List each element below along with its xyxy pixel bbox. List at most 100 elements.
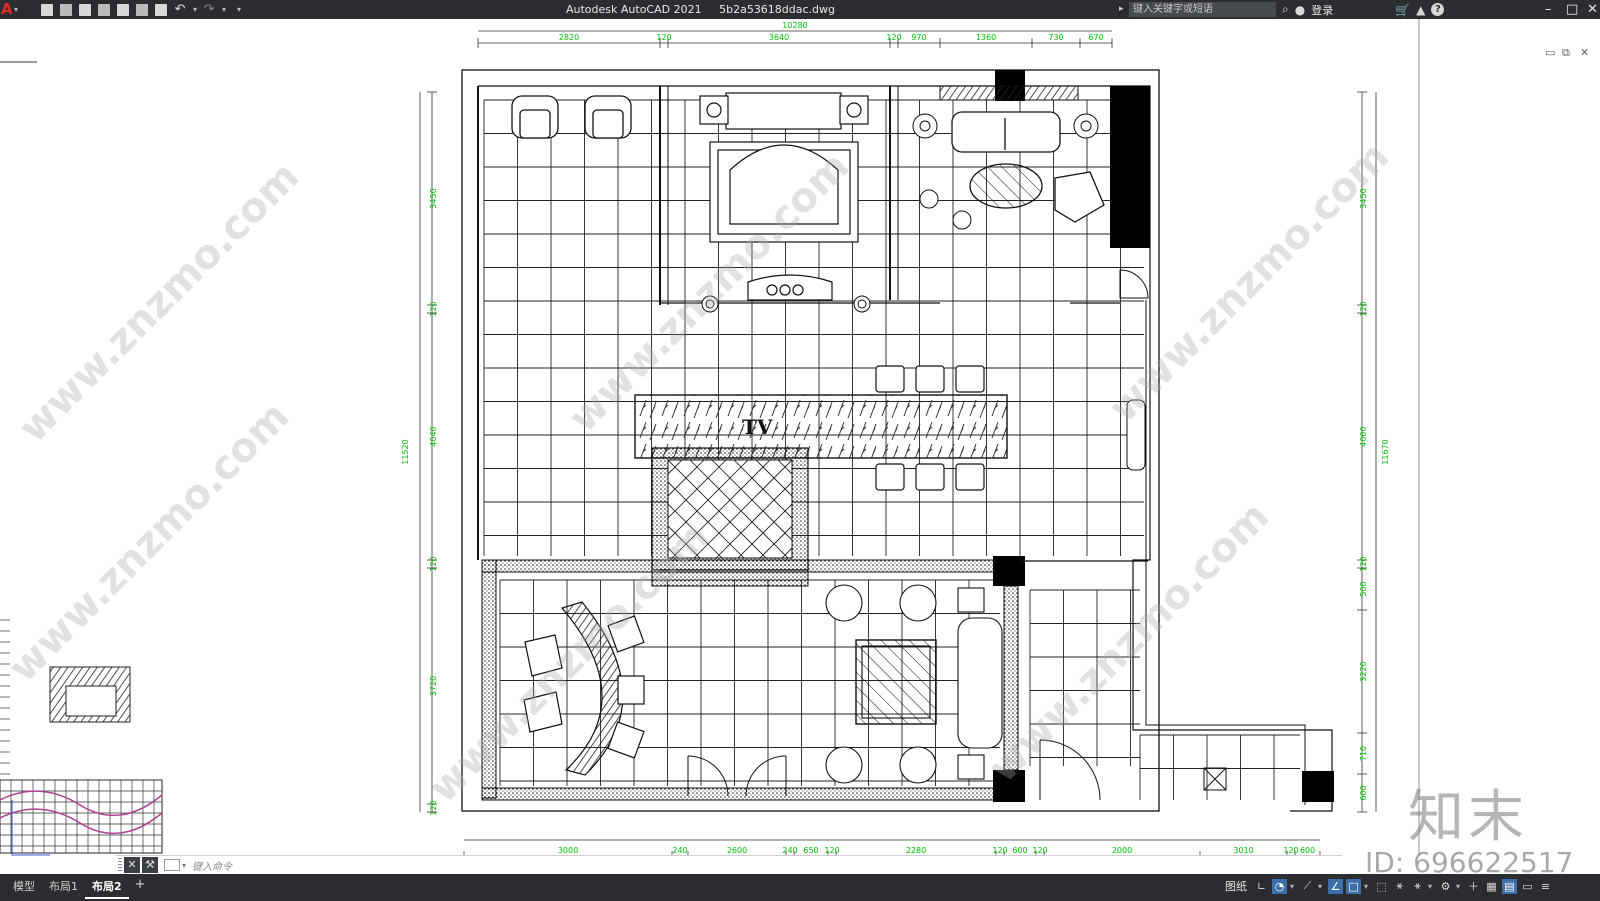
annotation-visibility-icon[interactable]: ⚹ [1392,879,1407,894]
annotation-monitor-icon[interactable]: ＋ [1466,879,1481,894]
command-input[interactable]: 键入命令 [192,858,232,873]
dim-label: 120 [656,33,671,42]
viewport-minimize-button[interactable]: ▭ [1545,46,1555,59]
dim-label: 240 [672,846,687,855]
drawing-canvas[interactable]: TV 2820 120 3640 120 970 1360 730 670 10… [0,19,1600,874]
redo-icon[interactable]: ↷ [202,2,216,17]
dim-label: 2280 [906,846,926,855]
door-swing [1119,269,1149,299]
dim-label: 240 [782,846,797,855]
quick-properties-icon[interactable]: ▤ [1502,878,1517,894]
dim-label: 970 [911,33,926,42]
login-link[interactable]: 登录 [1311,2,1333,18]
dim-label: 120 [1283,846,1298,855]
dim-label: 120 [1359,301,1368,316]
isometric-caret[interactable]: ▾ [1318,882,1325,891]
maximize-button[interactable]: □ [1566,0,1578,19]
decorative-carpet [651,447,809,571]
viewport-close-button[interactable]: ✕ [1580,46,1589,59]
open-file-icon[interactable] [59,3,73,17]
recent-commands-icon[interactable] [164,859,180,871]
annotation-scale-icon[interactable]: ⚹ [1410,879,1425,894]
dim-label: 120 [992,846,1007,855]
workspace-gear-icon[interactable]: ⚙ [1438,879,1453,894]
user-icon[interactable]: ● [1295,3,1305,17]
dim-label: 1360 [976,33,996,42]
clean-screen-icon[interactable]: ▭ [1520,879,1535,894]
close-command-line-button[interactable]: ✕ [124,857,140,873]
watermark-logo: 知末 [1408,785,1528,850]
search-icon[interactable]: ⌕ [1282,2,1289,17]
dim-label: 120 [429,556,438,571]
undo-caret[interactable]: ▾ [193,5,197,14]
selection-cycling-icon[interactable]: ⬚ [1374,879,1389,894]
search-expand-icon[interactable]: ▸ [1119,4,1124,14]
viewport-restore-button[interactable]: ⧉ [1562,46,1570,60]
customization-menu-icon[interactable]: ≡ [1538,879,1553,894]
dim-label: 600 [1359,785,1368,800]
dim-label: 4000 [1359,426,1368,446]
customize-command-line-button[interactable]: ⚒ [142,857,158,873]
dim-label: 120 [429,301,438,316]
add-layout-button[interactable]: + [129,877,152,899]
dim-label: 500 [1359,581,1368,596]
command-line-grip[interactable] [118,858,122,872]
save-as-icon[interactable] [97,3,111,17]
new-file-icon[interactable] [40,3,54,17]
lounge-furniture [825,584,1003,784]
dim-label: 120 [1359,556,1368,571]
save-icon[interactable] [78,3,92,17]
dim-label: 2820 [559,33,579,42]
app-name: Autodesk AutoCAD 2021 [566,3,702,16]
object-snap-tracking-icon[interactable]: ∠ [1328,878,1343,894]
detail-curve [0,790,163,817]
minimize-button[interactable]: – [1545,0,1552,19]
snap-caret[interactable]: ▾ [1364,882,1371,891]
object-snap-icon[interactable]: □ [1346,878,1361,894]
close-button[interactable]: ✕ [1587,0,1598,19]
dim-label: 670 [1088,33,1103,42]
dim-total-label: 11520 [401,439,410,464]
autodesk-a360-icon[interactable]: ▲ [1416,3,1425,17]
app-menu-caret[interactable]: ▾ [14,5,18,14]
open-from-web-icon[interactable] [116,3,130,17]
recent-commands-caret[interactable]: ▾ [182,861,186,870]
save-to-web-icon[interactable] [135,3,149,17]
help-icon[interactable]: ? [1431,3,1445,16]
scale-caret[interactable]: ▾ [1428,882,1435,891]
dim-label: 120 [429,800,438,815]
dim-label: 710 [1359,746,1368,761]
dim-label: 120 [886,33,901,42]
paper-space-toggle[interactable]: 图纸 [1225,878,1247,894]
window-sill [939,85,1079,101]
isometric-icon[interactable]: ⟋ [1300,879,1315,894]
title-right-tools: ⌕ ● 登录 🛒 ▲ ? [1282,0,1445,19]
plot-icon[interactable] [154,3,168,17]
file-name: 5b2a53618ddac.dwg [719,3,836,16]
tab-model[interactable]: 模型 [6,877,42,897]
search-input[interactable]: 键入关键字或短语 [1129,2,1276,17]
armchair-pair [511,95,632,139]
title-bar: A ▾ ↶ ▾ ↷ ▾ ▾ Autodesk AutoCAD 2021 5b2a… [0,0,1600,19]
undo-icon[interactable]: ↶ [173,2,187,17]
detail-viewport [0,666,163,854]
dim-label: 3450 [429,188,438,208]
layout-tabs: 模型 布局1 布局2 + [6,877,152,899]
customize-toolbar-caret[interactable]: ▾ [237,5,241,14]
units-icon[interactable]: ▦ [1484,879,1499,894]
dim-label: 120 [1032,846,1047,855]
dim-label: 120 [824,846,839,855]
tab-layout1[interactable]: 布局1 [42,877,85,897]
tab-layout2[interactable]: 布局2 [85,877,129,899]
autocad-logo-icon[interactable]: A [1,0,13,19]
cart-icon[interactable]: 🛒 [1395,3,1410,17]
polar-caret[interactable]: ▾ [1290,882,1297,891]
polar-tracking-icon[interactable]: ◔ [1272,878,1287,894]
redo-caret[interactable]: ▾ [222,5,226,14]
workspace-caret[interactable]: ▾ [1456,882,1463,891]
dim-label: 3720 [429,676,438,696]
dim-label: 600 [1012,846,1027,855]
dim-total-label: 10280 [782,21,807,30]
ortho-icon[interactable]: ∟ [1254,879,1269,894]
dim-label: 650 [803,846,818,855]
